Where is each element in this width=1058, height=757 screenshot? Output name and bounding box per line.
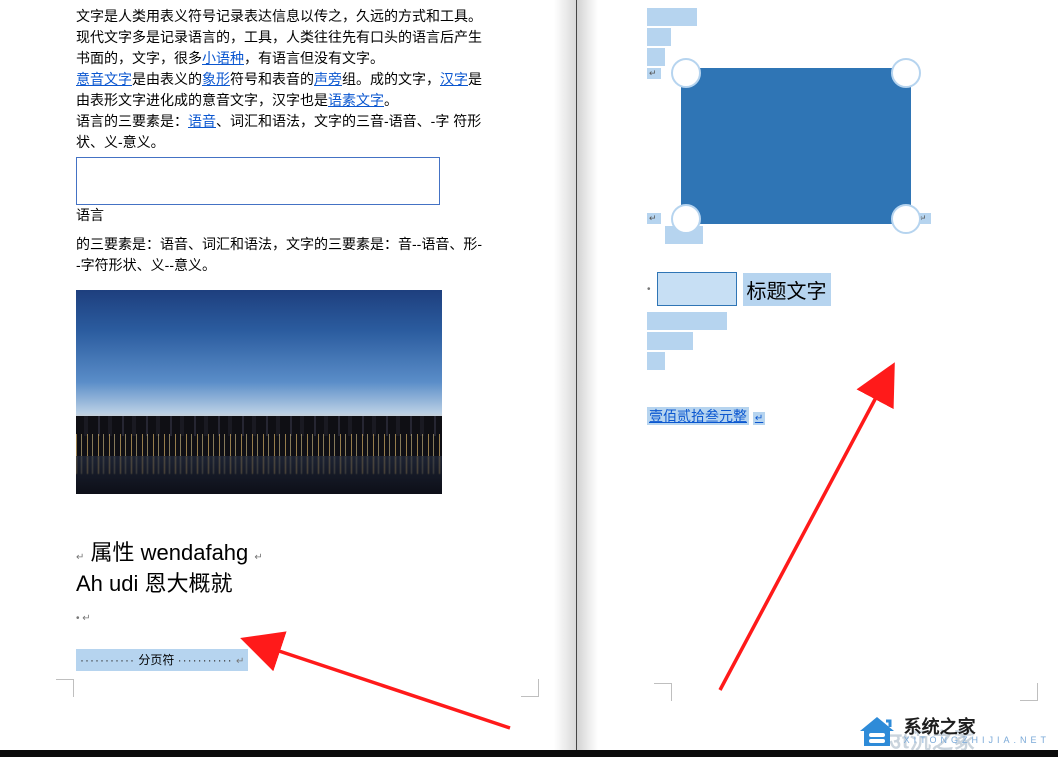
- bullet-mark: •: [647, 284, 651, 295]
- para-mark: ↵: [254, 552, 262, 563]
- link-small-language[interactable]: 小语种: [202, 50, 244, 66]
- selection-mark: ↵: [647, 68, 661, 79]
- text: 语言的三要素是：: [76, 113, 188, 129]
- text: 符号和表音的: [230, 71, 314, 87]
- amount-line: 壹佰贰拾叁元整 ↵: [647, 406, 997, 426]
- selection-mark: [647, 48, 665, 66]
- text: 。: [384, 92, 398, 108]
- link-yiyinwenzi[interactable]: 意音文字: [76, 71, 132, 87]
- link-xiangxing[interactable]: 象形: [202, 71, 230, 87]
- photo-skyline-layer: [76, 416, 442, 456]
- rounded-plaque-shape[interactable]: [681, 68, 911, 224]
- shape-corner: [671, 58, 701, 88]
- para-mark: • ↵: [76, 613, 91, 624]
- selection-mark: [647, 352, 665, 370]
- selection-edge: ↵ ↵: [647, 68, 661, 224]
- selection-block: [647, 312, 997, 370]
- caption-row: • 标题文字: [647, 272, 997, 306]
- selection-edge: ↵: [917, 68, 931, 224]
- para-mark: ↵: [236, 656, 244, 667]
- heading-line-2: Ah udi 恩大概就: [76, 569, 486, 600]
- amount-link[interactable]: 壹佰贰拾叁元整: [647, 407, 749, 425]
- dots: ···········: [80, 653, 135, 667]
- paragraph: 意音文字是由表义的象形符号和表音的声旁组。成的文字，汉字是由表形文字进化成的意音…: [76, 69, 486, 111]
- paragraph: 文字是人类用表义符号记录表达信息以传之，久远的方式和工具。现代文字多是记录语言的…: [76, 6, 486, 69]
- empty-textbox[interactable]: [76, 157, 440, 205]
- photo-water-layer: [76, 456, 442, 494]
- shape-corner: [671, 204, 701, 234]
- house-icon: [856, 713, 898, 749]
- para-mark: ↵: [76, 552, 84, 563]
- text: ，有语言但没有文字。: [244, 50, 384, 66]
- right-document-page: ↵ ↵ ↵ • 标题文字 壹佰贰拾叁元整 ↵: [576, 0, 1058, 757]
- link-yuyin[interactable]: 语音: [188, 113, 216, 129]
- page-crop-mark: [654, 683, 672, 701]
- caption-thumbnail-box[interactable]: [657, 272, 737, 306]
- gutter-shadow: [554, 0, 576, 757]
- page-crop-mark: [1020, 683, 1038, 701]
- selection-mark: ↵: [647, 213, 661, 224]
- watermark-text: 系统之家 XITONGZHIJIA.NET: [904, 718, 1050, 745]
- gutter-shadow: [576, 0, 598, 757]
- bottom-border: [0, 750, 1058, 757]
- text: 是由表义的: [132, 71, 202, 87]
- heading-line-1: 属性 wendafahg: [91, 540, 249, 565]
- watermark-en: XITONGZHIJIA.NET: [904, 736, 1050, 745]
- selection-mark: [647, 28, 671, 46]
- link-hanzi[interactable]: 汉字: [440, 71, 468, 87]
- left-document-body: 文字是人类用表义符号记录表达信息以传之，久远的方式和工具。现代文字多是记录语言的…: [76, 6, 486, 671]
- page-break-marker[interactable]: ··········· 分页符 ··········· ↵: [76, 649, 248, 671]
- dots: ···········: [178, 653, 233, 667]
- page-break-label: 分页符: [138, 653, 174, 667]
- caption-text[interactable]: 标题文字: [743, 273, 831, 306]
- watermark-cn: 系统之家: [904, 718, 1050, 736]
- text-after-box: 语言: [76, 205, 104, 226]
- selection-mark: [647, 332, 693, 350]
- shape-corner: [891, 58, 921, 88]
- paragraph: 的三要素是：语音、词汇和语法，文字的三要素是：音--语音、形--字符形状、义--…: [76, 234, 486, 276]
- paragraph: 语言的三要素是：语音、词汇和语法，文字的三音-语音、-字 符形状、义-意义。: [76, 111, 486, 153]
- shape-row: ↵ ↵ ↵: [647, 68, 997, 224]
- right-document-body: ↵ ↵ ↵ • 标题文字 壹佰贰拾叁元整 ↵: [647, 6, 997, 426]
- link-shengpang[interactable]: 声旁: [314, 71, 342, 87]
- shape-corner: [891, 204, 921, 234]
- link-yusuwenzi[interactable]: 语素文字: [328, 92, 384, 108]
- page-crop-mark: [56, 679, 74, 697]
- text: 组。成的文字，: [342, 71, 440, 87]
- page-crop-mark: [521, 679, 539, 697]
- para-mark: ↵: [753, 412, 765, 425]
- inserted-photo-skyline[interactable]: [76, 290, 442, 494]
- left-document-page: 文字是人类用表义符号记录表达信息以传之，久远的方式和工具。现代文字多是记录语言的…: [0, 0, 576, 757]
- selection-mark: [647, 8, 697, 26]
- selection-mark: [647, 312, 727, 330]
- watermark: 系统之家 XITONGZHIJIA.NET: [856, 713, 1050, 749]
- heading-block: ↵ 属性 wendafahg ↵ Ah udi 恩大概就: [76, 538, 486, 600]
